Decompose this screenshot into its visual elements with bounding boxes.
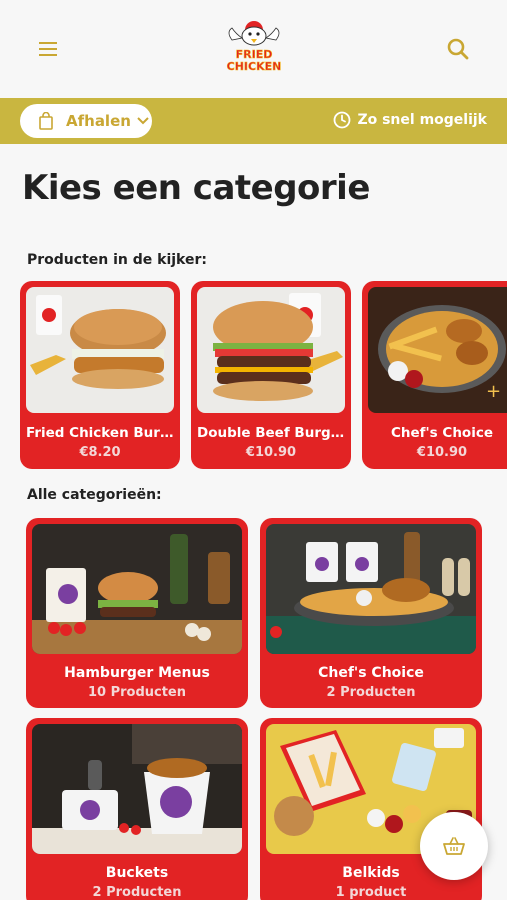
category-count: 2 Producten bbox=[326, 685, 416, 700]
chevron-down-icon bbox=[137, 117, 149, 125]
featured-product-name: Fried Chicken Burger Menu bbox=[26, 425, 174, 441]
order-options-bar: Afhalen Zo snel mogelijk bbox=[0, 98, 507, 144]
featured-card[interactable]: Double Beef Burger Menu €10.90 bbox=[191, 281, 351, 469]
shopping-bag-icon bbox=[39, 112, 53, 130]
cart-button[interactable] bbox=[420, 812, 488, 880]
fried-chicken-logo[interactable]: FRIED CHICKEN bbox=[220, 18, 288, 74]
pickup-label: Afhalen bbox=[66, 112, 131, 130]
category-name: Buckets bbox=[105, 865, 169, 881]
clock-icon bbox=[334, 111, 351, 129]
featured-card[interactable]: Fried Chicken Burger Menu €8.20 bbox=[20, 281, 180, 469]
hamburger-menu-icon[interactable] bbox=[36, 38, 60, 62]
featured-carousel[interactable]: Fried Chicken Burger Menu €8.20 Double B… bbox=[20, 281, 507, 471]
page-title: Kies een categorie bbox=[22, 168, 370, 208]
category-card[interactable]: Buckets 2 Producten bbox=[26, 718, 248, 900]
category-count: 1 product bbox=[335, 885, 407, 900]
product-image bbox=[197, 287, 345, 413]
featured-product-name: Chef's Choice bbox=[391, 425, 493, 441]
svg-text:+: + bbox=[486, 381, 501, 402]
featured-product-price: €10.90 bbox=[416, 445, 468, 460]
category-count: 10 Producten bbox=[87, 685, 187, 700]
product-image: + bbox=[368, 287, 507, 413]
category-count: 2 Producten bbox=[92, 885, 182, 900]
product-image bbox=[26, 287, 174, 413]
featured-card[interactable]: + Chef's Choice €10.90 bbox=[362, 281, 507, 469]
category-image bbox=[32, 524, 242, 654]
categories-section-label: Alle categorieën: bbox=[27, 487, 162, 503]
category-image bbox=[266, 524, 476, 654]
basket-icon bbox=[443, 837, 465, 855]
timing-selector[interactable]: Zo snel mogelijk bbox=[333, 111, 487, 129]
pickup-dropdown[interactable]: Afhalen bbox=[20, 104, 152, 138]
category-name: Chef's Choice bbox=[318, 665, 424, 681]
category-card[interactable]: Chef's Choice 2 Producten bbox=[260, 518, 482, 708]
svg-text:CHICKEN: CHICKEN bbox=[226, 60, 281, 73]
category-name: Hamburger Menus bbox=[64, 665, 210, 681]
timing-label: Zo snel mogelijk bbox=[357, 112, 487, 128]
app-header: FRIED CHICKEN bbox=[0, 0, 507, 98]
category-image bbox=[32, 724, 242, 854]
featured-product-name: Double Beef Burger Menu bbox=[197, 425, 345, 441]
featured-section-label: Producten in de kijker: bbox=[27, 252, 207, 268]
search-icon[interactable] bbox=[445, 36, 471, 62]
featured-product-price: €8.20 bbox=[79, 445, 121, 460]
featured-product-price: €10.90 bbox=[245, 445, 297, 460]
category-card[interactable]: Hamburger Menus 10 Producten bbox=[26, 518, 248, 708]
